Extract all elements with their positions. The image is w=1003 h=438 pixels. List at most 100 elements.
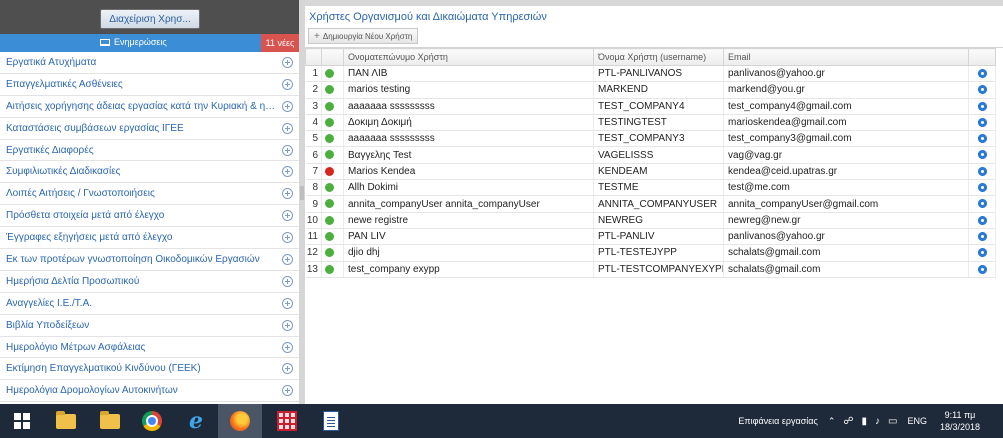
- table-row[interactable]: 11 PAN LIV PTL-PANLIV panlivanos@yahoo.gr: [305, 228, 996, 246]
- gear-icon[interactable]: [977, 215, 987, 225]
- create-user-button[interactable]: + Δημιουργία Νέου Χρήστη: [308, 28, 419, 44]
- table-row[interactable]: 2 marios testing MARKEND markend@you.gr: [305, 81, 996, 99]
- gear-icon[interactable]: [977, 101, 987, 111]
- menu-item[interactable]: Ημερολόγιο Μέτρων Ασφάλειας: [0, 337, 299, 359]
- status-dot-icon: [325, 183, 334, 193]
- menu-item[interactable]: Αιτήσεις χορήγησης άδειας εργασίας κατά …: [0, 96, 299, 118]
- expand-plus-icon[interactable]: [282, 253, 293, 265]
- gear-icon[interactable]: [977, 231, 987, 241]
- taskbar-chrome-button[interactable]: [130, 404, 174, 438]
- menu-item-label: Εργατικά Ατυχήματα: [6, 56, 97, 68]
- menu-item-label: Καταστάσεις συμβάσεων εργασίας ΙΓΕΕ: [6, 122, 184, 134]
- menu-item-label: Εκ των προτέρων γνωστοποίηση Οικοδομικών…: [6, 253, 260, 265]
- left-header: Διαχείριση Χρησ...: [0, 0, 299, 34]
- expand-plus-icon[interactable]: [282, 56, 293, 68]
- expand-plus-icon[interactable]: [282, 100, 293, 112]
- table-row[interactable]: 1 ΠΑΝ ΛΙΒ PTL-PANLIVANOS panlivanos@yahoo.g…: [305, 65, 996, 83]
- manage-users-button[interactable]: Διαχείριση Χρησ...: [100, 9, 200, 29]
- notifications-count-badge[interactable]: 11 νέες: [261, 34, 299, 52]
- table-row[interactable]: 3 aaaaaaa sssssssss TEST_COMPANY4 test_comp…: [305, 98, 996, 115]
- battery-icon[interactable]: ▭: [888, 416, 897, 427]
- table-row[interactable]: 8 Allh Dokimi TESTME test@me.com: [305, 179, 996, 197]
- menu-item[interactable]: Αναγγελίες Ι.Ε./Τ.Α.: [0, 293, 299, 315]
- menu-item[interactable]: Ημερολόγια Δρομολογίων Αυτοκινήτων: [0, 380, 299, 403]
- expand-plus-icon[interactable]: [282, 166, 293, 178]
- language-indicator[interactable]: ENG: [907, 416, 927, 426]
- taskbar-ie-button[interactable]: e: [174, 404, 218, 438]
- table-row[interactable]: 13 test_company exypp PTL-TESTCOMPANYEXYPP…: [305, 261, 996, 278]
- expand-plus-icon[interactable]: [282, 122, 293, 134]
- table-row[interactable]: 12 djio dhj PTL-TESTEJYPP schalats@gmail.co…: [305, 244, 996, 262]
- table-row[interactable]: 7 Marios Kendea KENDEAM kendea@ceid.upatras…: [305, 163, 996, 181]
- expand-plus-icon[interactable]: [282, 385, 293, 397]
- taskbar-document-button[interactable]: [309, 404, 353, 438]
- table-row[interactable]: 5 aaaaaaa sssssssss TEST_COMPANY3 test_comp…: [305, 130, 996, 148]
- notifications-bar[interactable]: Ενημερώσεις 11 νέες: [0, 34, 299, 52]
- laptop-icon: [100, 38, 110, 46]
- chevron-up-icon[interactable]: ⌃: [828, 416, 836, 427]
- username-cell: VAGELISSS: [593, 146, 724, 164]
- menu-item[interactable]: Καταστάσεις συμβάσεων εργασίας ΙΓΕΕ: [0, 118, 299, 140]
- expand-plus-icon[interactable]: [282, 232, 293, 244]
- start-button[interactable]: [0, 404, 44, 438]
- network-icon[interactable]: ☍: [843, 416, 853, 427]
- volume-icon[interactable]: ♪: [875, 416, 880, 427]
- taskbar-fortinet-button[interactable]: [265, 404, 309, 438]
- row-number: 12: [305, 244, 322, 262]
- gear-icon[interactable]: [977, 166, 987, 176]
- expand-plus-icon[interactable]: [282, 363, 293, 375]
- menu-item[interactable]: Εκ των προτέρων γνωστοποίηση Οικοδομικών…: [0, 249, 299, 271]
- column-header-email[interactable]: Email: [723, 48, 969, 66]
- fullname-cell: Marios Kendea: [343, 163, 594, 181]
- menu-item[interactable]: Επαγγελματικές Ασθένειες: [0, 74, 299, 96]
- expand-plus-icon[interactable]: [282, 188, 293, 200]
- desktop-toolbar-label[interactable]: Επιφάνεια εργασίας: [738, 416, 817, 426]
- gear-icon[interactable]: [977, 85, 987, 95]
- gear-icon[interactable]: [977, 150, 987, 160]
- gear-icon[interactable]: [977, 248, 987, 258]
- menu-item[interactable]: Βιβλία Υποδείξεων: [0, 315, 299, 337]
- status-dot-icon: [325, 231, 334, 241]
- menu-item[interactable]: Εκτίμηση Επαγγελματικού Κινδύνου (ΓΕΕΚ): [0, 358, 299, 381]
- menu-item[interactable]: Έγγραφες εξηγήσεις μετά από έλεγχο: [0, 227, 299, 250]
- expand-plus-icon[interactable]: [282, 78, 293, 90]
- table-row[interactable]: 9 annita_companyUser annita_companyUser AN…: [305, 195, 996, 213]
- menu-item[interactable]: Πρόσθετα στοιχεία μετά από έλεγχο: [0, 205, 299, 228]
- username-cell: PTL-PANLIV: [593, 228, 724, 246]
- actions-cell: [968, 228, 996, 246]
- menu-item[interactable]: Εργατικά Ατυχήματα: [0, 52, 299, 74]
- expand-plus-icon[interactable]: [282, 210, 293, 222]
- gear-icon[interactable]: [977, 117, 987, 127]
- gear-icon[interactable]: [977, 199, 987, 209]
- menu-item[interactable]: Εργατικές Διαφορές: [0, 140, 299, 162]
- table-row[interactable]: 6 Βαγγελης Test VAGELISSS vag@vag.gr: [305, 146, 996, 164]
- expand-plus-icon[interactable]: [282, 275, 293, 287]
- signal-icon[interactable]: ▮: [862, 416, 868, 427]
- actions-cell: [968, 65, 996, 83]
- menu-item[interactable]: Ημερήσια Δελτία Προσωπικού: [0, 271, 299, 293]
- gear-icon[interactable]: [977, 69, 987, 78]
- actions-cell: [968, 163, 996, 181]
- menu-item[interactable]: Συμφιλιωτικές Διαδικασίες: [0, 161, 299, 184]
- row-number: 11: [305, 228, 322, 246]
- table-row[interactable]: 4 Δοκιμη Δοκιμή TESTINGTEST marioskendea@gm…: [305, 114, 996, 132]
- email-cell: test_company3@gmail.com: [723, 130, 969, 148]
- gear-icon[interactable]: [977, 183, 987, 193]
- files-icon: [100, 410, 120, 429]
- table-row[interactable]: 10 newe registre NEWREG newreg@new.gr: [305, 212, 996, 229]
- taskbar-firefox-button[interactable]: [218, 404, 262, 438]
- gear-icon[interactable]: [977, 134, 987, 144]
- clock[interactable]: 9:11 πμ 18/3/2018: [935, 409, 985, 433]
- expand-plus-icon[interactable]: [282, 297, 293, 309]
- status-cell: [321, 65, 344, 83]
- expand-plus-icon[interactable]: [282, 144, 293, 156]
- splitter-grip[interactable]: [300, 186, 304, 200]
- expand-plus-icon[interactable]: [282, 341, 293, 353]
- gear-icon[interactable]: [977, 264, 987, 274]
- expand-plus-icon[interactable]: [282, 319, 293, 331]
- menu-item[interactable]: Λοιπές Αιτήσεις / Γνωστοποιήσεις: [0, 183, 299, 206]
- column-header-fullname[interactable]: Ονοματεπώνυμο Χρήστη: [343, 48, 594, 66]
- column-header-username[interactable]: Όνομα Χρήστη (username): [593, 48, 724, 66]
- taskbar-explorer-button[interactable]: [44, 404, 88, 438]
- taskbar-files-button[interactable]: [88, 404, 132, 438]
